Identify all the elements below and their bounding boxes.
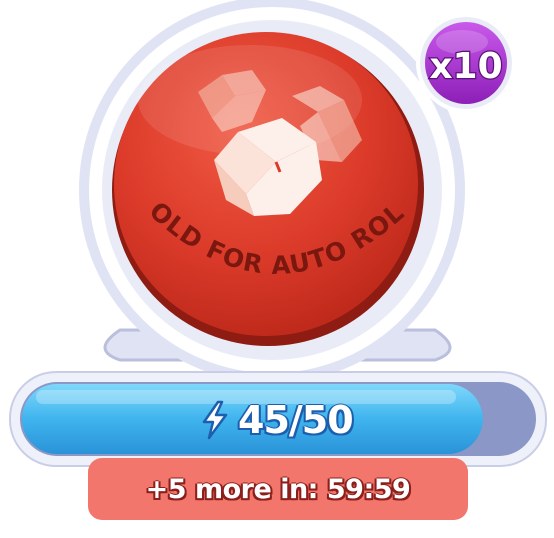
refill-timer-text: +5 more in: 59:59: [145, 473, 411, 505]
multiplier-label: x10: [429, 46, 502, 87]
energy-count: 45/50: [238, 398, 354, 442]
multiplier-badge[interactable]: x10: [416, 13, 516, 113]
dice-roll-widget: HOLD FOR AUTO ROLL x10 45/50 +5 more in:…: [0, 0, 554, 538]
lightning-bolt-icon: [202, 400, 228, 440]
energy-readout: 45/50: [200, 392, 354, 448]
refill-timer: +5 more in: 59:59: [88, 458, 468, 520]
